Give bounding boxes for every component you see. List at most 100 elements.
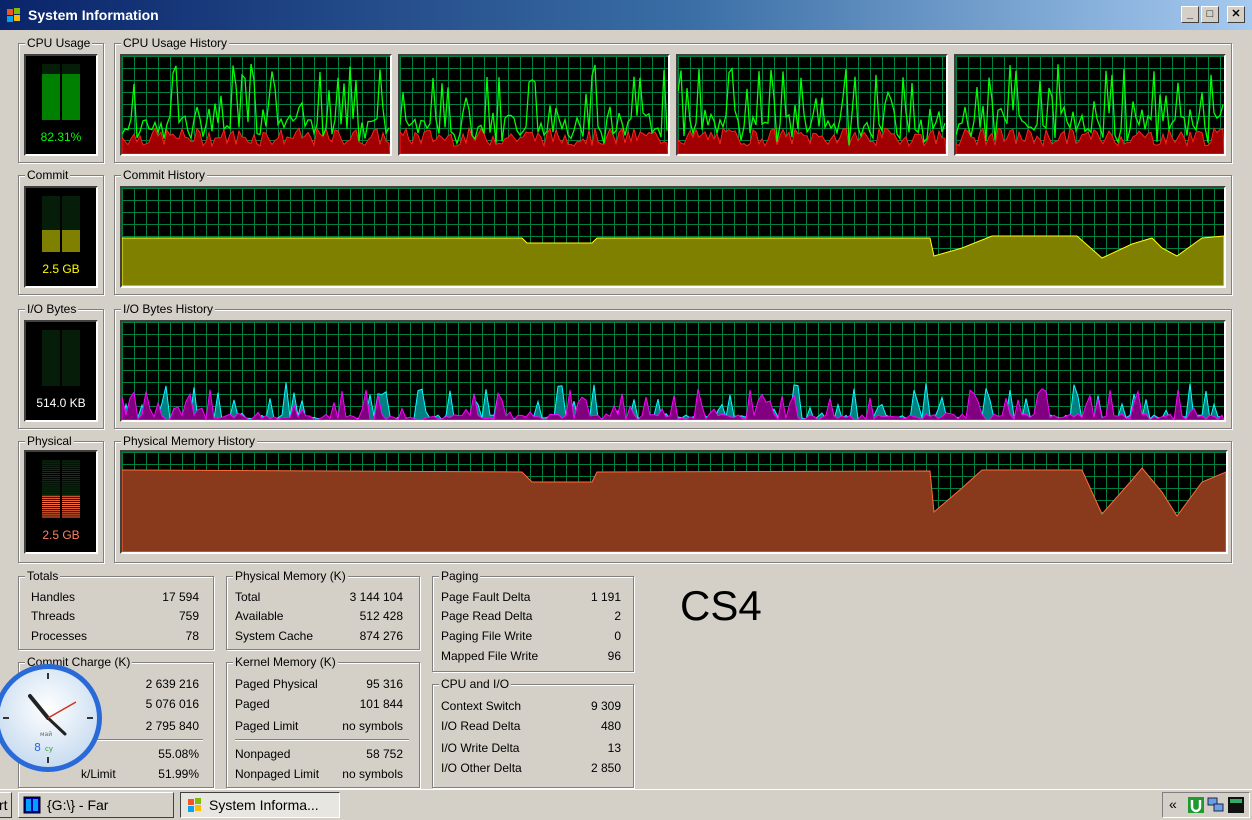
meter-segment xyxy=(62,362,80,364)
meter-segment xyxy=(62,479,80,481)
meter-segment xyxy=(62,358,80,360)
meter-segment xyxy=(62,246,80,248)
meter-segment xyxy=(62,196,80,198)
meter-segment xyxy=(42,489,60,491)
network-icon[interactable] xyxy=(1207,796,1225,814)
meter-segment xyxy=(62,244,80,246)
meter-segment xyxy=(62,90,80,92)
meter-segment xyxy=(42,200,60,202)
commit-history-graph xyxy=(120,186,1226,288)
paged-label: Paged xyxy=(235,697,270,711)
mapped-file-write-label: Mapped File Write xyxy=(441,649,539,663)
physical-area xyxy=(122,467,1226,552)
paged-physical-label: Paged Physical xyxy=(235,677,318,691)
processes-label: Processes xyxy=(31,629,88,643)
terminal-icon[interactable] xyxy=(1227,796,1245,814)
cpu-usage-meter: 82.31% xyxy=(24,54,98,156)
meter-segment xyxy=(62,334,80,336)
far-manager-icon xyxy=(23,796,41,814)
task-system-information[interactable]: System Informa... xyxy=(180,792,340,818)
maximize-button[interactable]: □ xyxy=(1201,6,1219,23)
meter-segment xyxy=(42,501,60,503)
meter-segment xyxy=(42,508,60,510)
meter-segment xyxy=(62,88,80,90)
meter-segment xyxy=(62,336,80,338)
close-button[interactable]: ✕ xyxy=(1227,6,1245,23)
io-read-delta-label: I/O Read Delta xyxy=(441,719,521,733)
cpu-usage-label: CPU Usage xyxy=(25,36,93,50)
io-bytes-meter: 514.0 KB xyxy=(24,320,98,422)
tray-chevron-button[interactable]: « xyxy=(1169,796,1177,812)
meter-segment xyxy=(62,114,80,116)
meter-segment xyxy=(62,104,80,106)
cpu-history-graph-core-2 xyxy=(398,54,670,156)
mapped-file-write-value: 96 xyxy=(607,649,621,663)
physical-group: Physical 2.5 GB xyxy=(18,434,104,563)
meter-segment xyxy=(62,216,80,218)
physical-memory-title: Physical Memory (K) xyxy=(233,569,348,583)
meter-segment xyxy=(42,66,60,68)
page-read-delta-label: Page Read Delta xyxy=(441,609,533,623)
commit-meter: 2.5 GB xyxy=(24,186,98,288)
nonpaged-value: 58 752 xyxy=(366,747,403,761)
meter-segment xyxy=(42,491,60,493)
meter-segment xyxy=(62,475,80,477)
meter-segment xyxy=(42,514,60,516)
meter-segment xyxy=(42,248,60,250)
meter-segment xyxy=(62,380,80,382)
io-write-delta-value: 13 xyxy=(607,741,621,755)
meter-segment xyxy=(62,332,80,334)
meter-segment xyxy=(42,376,60,378)
commit-current-limit-value: 51.99% xyxy=(158,767,199,781)
meter-segment xyxy=(42,76,60,78)
meter-segment xyxy=(62,462,80,464)
start-button[interactable]: rt xyxy=(0,792,12,818)
page-fault-delta-value: 1 191 xyxy=(590,590,621,604)
cpu-usage-value: 82.31% xyxy=(40,130,82,144)
meter-segment xyxy=(62,108,80,110)
meter-segment xyxy=(62,74,80,76)
commit-area xyxy=(122,235,1224,286)
phys-total-label: Total xyxy=(235,590,261,604)
utorrent-icon[interactable] xyxy=(1187,796,1205,814)
clock-gadget[interactable]: май 8 су xyxy=(0,662,104,774)
meter-segment xyxy=(62,68,80,70)
phys-cache-value: 874 276 xyxy=(359,629,403,643)
kernel-separator xyxy=(235,739,409,741)
meter-segment xyxy=(42,102,60,104)
cpu-usage-group: CPU Usage 82.31% xyxy=(18,36,104,163)
minimize-button[interactable]: _ xyxy=(1181,6,1199,23)
title-bar[interactable]: System Information _ □ ✕ xyxy=(0,0,1252,30)
meter-segment xyxy=(42,74,60,76)
task-far-manager[interactable]: {G:\} - Far xyxy=(18,792,174,818)
meter-segment xyxy=(42,216,60,218)
meter-segment xyxy=(42,116,60,118)
task-far-label: {G:\} - Far xyxy=(47,797,109,813)
meter-segment xyxy=(62,360,80,362)
meter-segment xyxy=(62,510,80,512)
meter-segment xyxy=(62,493,80,495)
meter-segment xyxy=(42,350,60,352)
meter-segment xyxy=(42,210,60,212)
meter-segment xyxy=(42,462,60,464)
commit-history-label: Commit History xyxy=(121,168,208,182)
meter-segment xyxy=(42,100,60,102)
meter-segment xyxy=(42,222,60,224)
commit-peak-limit-value: 55.08% xyxy=(158,747,199,761)
kernel-memory-group: Kernel Memory (K) Paged Physical 95 316 … xyxy=(226,655,420,788)
system-info-icon xyxy=(188,798,201,812)
meter-segment xyxy=(62,466,80,468)
nonpaged-label: Nonpaged xyxy=(235,747,291,761)
meter-segment xyxy=(62,356,80,358)
meter-segment xyxy=(42,228,60,230)
meter-segment xyxy=(42,483,60,485)
meter-segment xyxy=(62,516,80,518)
meter-segment xyxy=(62,204,80,206)
meter-segment xyxy=(62,234,80,236)
meter-segment xyxy=(62,70,80,72)
cpu-history-graph-core-1 xyxy=(120,54,392,156)
meter-segment xyxy=(62,348,80,350)
meter-segment xyxy=(42,112,60,114)
handles-value: 17 594 xyxy=(162,590,199,604)
meter-segment xyxy=(42,232,60,234)
